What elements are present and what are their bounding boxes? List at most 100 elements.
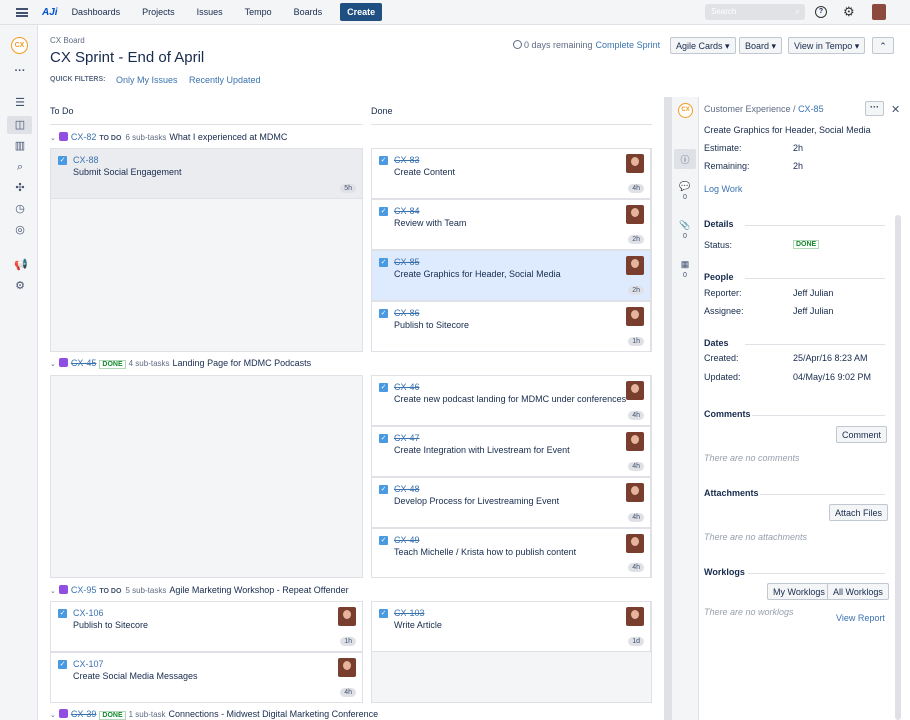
issue-card[interactable]: ✓ CX-49 Teach Michelle / Krista how to pub… [371,528,651,578]
card-key[interactable]: CX-85 [394,257,420,267]
assignee-avatar [626,307,644,326]
addons-icon[interactable]: ✣ [14,182,26,194]
board-icon[interactable]: ◫ [14,119,26,131]
nav-projects[interactable]: Projects [142,7,175,17]
search-input[interactable]: Search ⌕ [705,4,805,20]
tempo-icon[interactable]: ◷ [14,203,26,215]
worklog-icon[interactable]: ▦ [679,259,691,270]
settings-gear-icon[interactable]: ⚙ [843,4,855,20]
issue-key[interactable]: CX-45 [71,358,97,368]
issue-card[interactable]: ✓ CX-88 Submit Social Engagement 5h [50,148,363,199]
card-key[interactable]: CX-47 [394,433,420,443]
card-key[interactable]: CX-84 [394,206,420,216]
card-key[interactable]: CX-48 [394,484,420,494]
nav-tempo[interactable]: Tempo [245,7,272,17]
filter-only-my-issues[interactable]: Only My Issues [116,75,178,85]
card-key[interactable]: CX-49 [394,535,420,545]
nav-issues[interactable]: Issues [197,7,223,17]
swimlane-header[interactable]: ⌄ CX-39 DONE 1 sub-task Connections - Midwes… [50,709,378,720]
issue-card[interactable]: ✓ CX-106 Publish to Sitecore 1h [50,601,363,652]
attach-files-button[interactable]: Attach Files [829,504,889,521]
more-actions-icon[interactable]: ··· [865,101,884,116]
subtask-icon: ✓ [379,434,388,443]
project-sidebar: CX ··· ☰ ◫ ▥ ⌕ ✣ ◷ ◎ 📢 ⚙ [0,25,38,720]
card-key[interactable]: CX-86 [394,308,420,318]
attachment-icon[interactable]: 📎 [679,220,691,231]
swimlane-header[interactable]: ⌄ CX-82 TO DO 6 sub-tasks What I experienced… [50,132,287,142]
issue-card[interactable]: ✓ CX-47 Create Integration with Livestream… [371,426,651,477]
swimlane-header[interactable]: ⌄ CX-45 DONE 4 sub-tasks Landing Page for MD… [50,358,311,369]
issue-card[interactable]: ✓ CX-84 Review with Team 2h [371,199,651,250]
issue-key[interactable]: CX-82 [71,132,97,142]
card-summary: Publish to Sitecore [394,320,470,330]
issue-card[interactable]: ✓ CX-103 Write Article 1d [371,601,651,652]
comment-button[interactable]: Comment [836,426,888,443]
chevron-down-icon[interactable]: ⌄ [50,135,56,142]
view-in-tempo-button[interactable]: View in Tempo ▾ [788,37,866,54]
board-scrollbar[interactable] [664,97,672,720]
chevron-down-icon[interactable]: ⌄ [50,361,56,368]
dates-heading: Dates [704,338,729,348]
filter-recently-updated[interactable]: Recently Updated [189,75,261,85]
project-avatar[interactable]: CX [678,103,693,118]
card-key[interactable]: CX-46 [394,382,420,392]
chevron-down-icon[interactable]: ⌄ [50,588,56,595]
nav-boards[interactable]: Boards [294,7,323,17]
menu-icon[interactable] [16,7,28,17]
project-avatar[interactable]: CX [11,37,28,54]
components-icon[interactable]: ◎ [14,224,26,236]
issue-key[interactable]: CX-39 [71,709,97,719]
app-logo[interactable]: AJi [42,7,58,18]
card-key[interactable]: CX-106 [73,608,104,618]
user-avatar[interactable] [872,4,886,20]
issues-search-icon[interactable]: ⌕ [14,161,26,173]
subtask-icon: ✓ [379,609,388,618]
breadcrumb[interactable]: CX Board [50,36,85,45]
panel-scrollbar[interactable] [895,215,901,720]
info-icon[interactable]: ⓘ [679,153,691,166]
issue-card[interactable]: ✓ CX-107 Create Social Media Messages 4h [50,652,363,703]
panel-issue-key[interactable]: CX-85 [798,104,824,114]
clock-icon [513,40,522,49]
create-button[interactable]: Create [340,3,383,21]
help-icon[interactable]: ? [815,6,827,18]
issue-card[interactable]: ✓ CX-86 Publish to Sitecore 1h [371,301,651,352]
view-report-link[interactable]: View Report [836,613,885,623]
subtask-icon: ✓ [58,609,67,618]
card-key[interactable]: CX-107 [73,659,104,669]
reports-icon[interactable]: ▥ [14,140,26,152]
card-key[interactable]: CX-83 [394,155,420,165]
backlog-icon[interactable]: ☰ [14,97,26,109]
issue-card[interactable]: ✓ CX-48 Develop Process for Livestreaming … [371,477,651,528]
chevron-down-icon[interactable]: ⌄ [50,712,56,719]
card-summary: Review with Team [394,218,467,228]
board-button[interactable]: Board ▾ [739,37,783,54]
card-key[interactable]: CX-103 [394,608,425,618]
nav-dashboards[interactable]: Dashboards [72,7,121,17]
log-work-link[interactable]: Log Work [704,184,742,194]
card-key[interactable]: CX-88 [73,155,99,165]
my-worklogs-button[interactable]: My Worklogs [767,583,831,600]
close-icon[interactable]: ✕ [891,103,900,116]
comment-icon[interactable]: 💬 [679,181,691,192]
swimlane-header[interactable]: ⌄ CX-95 TO DO 5 sub-tasks Agile Marketing Wo… [50,585,349,595]
worklog-count: 0 [683,272,687,279]
todo-column-cell [50,375,363,578]
epic-icon [58,132,68,141]
complete-sprint-link[interactable]: Complete Sprint [596,40,661,50]
subtask-icon: ✓ [58,156,67,165]
all-worklogs-button[interactable]: All Worklogs [827,583,889,600]
agile-cards-button[interactable]: Agile Cards ▾ [670,37,736,54]
collapse-header-icon[interactable]: ⌃ [872,37,894,54]
section-divider [745,344,885,345]
subtask-icon: ✓ [379,309,388,318]
project-settings-icon[interactable]: ⚙ [14,280,26,292]
issue-card[interactable]: ✓ CX-46 Create new podcast landing for MDM… [371,375,651,426]
issue-key[interactable]: CX-95 [71,585,97,595]
more-icon[interactable]: ··· [14,65,26,77]
search-placeholder: Search [711,7,737,16]
announcement-icon[interactable]: 📢 [14,259,28,271]
issue-card-selected[interactable]: ✓ CX-85 Create Graphics for Header, Social… [371,250,651,301]
issue-card[interactable]: ✓ CX-83 Create Content 4h [371,148,651,199]
panel-project[interactable]: Customer Experience / [704,104,796,114]
